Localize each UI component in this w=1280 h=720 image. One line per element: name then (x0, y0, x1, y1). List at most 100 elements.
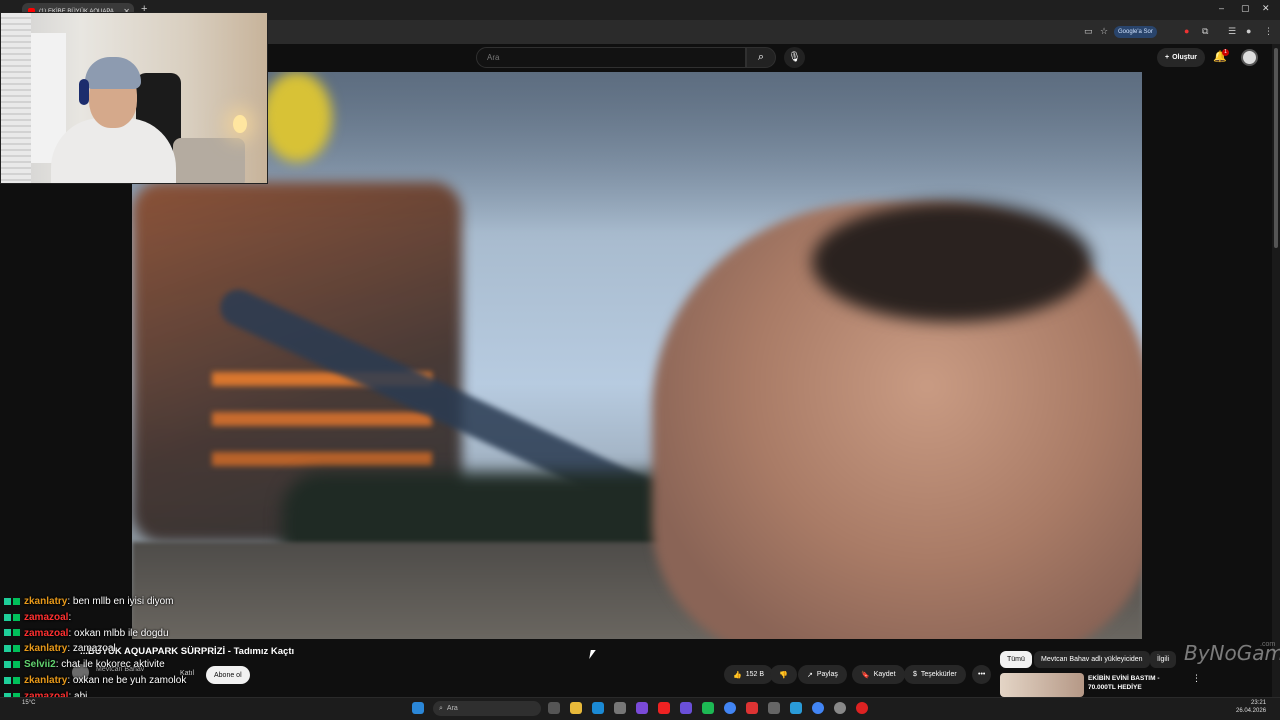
save-label: Kaydet (873, 671, 896, 678)
app-icon[interactable] (636, 702, 648, 714)
chat-username: zkanlatry (24, 643, 68, 655)
clock-time: 23:21 (1251, 700, 1267, 706)
app-icon[interactable] (768, 702, 780, 714)
page-scrollbar[interactable] (1272, 44, 1280, 700)
chat-username: zkanlatry (24, 674, 68, 686)
voice-search-button[interactable]: 🎙 (784, 47, 805, 68)
chip-related[interactable]: İlgili (1150, 651, 1177, 668)
bookmark-star-icon[interactable]: ☆ (1100, 26, 1108, 37)
chip-uploader[interactable]: Mevtcan Bahav adlı yükleyiciden (1034, 651, 1150, 668)
webcam-sofa (173, 138, 245, 183)
watermark-suffix: .com (1260, 641, 1276, 648)
search-input[interactable]: Ara (476, 47, 746, 68)
app-icon[interactable] (614, 702, 626, 714)
menu-dots-icon[interactable]: ⋮ (1264, 26, 1273, 37)
chat-username: zamazoal (24, 627, 69, 639)
close-window-icon[interactable]: ✕ (1262, 3, 1270, 14)
app-icon[interactable] (856, 702, 868, 714)
profile-icon[interactable]: ● (1246, 26, 1251, 36)
video-person-hair (812, 202, 1092, 322)
webcam-lamp (233, 115, 247, 133)
youtube-app-icon[interactable] (658, 702, 670, 714)
create-button[interactable]: + Oluştur (1157, 48, 1205, 67)
extensions-puzzle-icon[interactable]: ⧉ (1202, 26, 1208, 37)
chat-badge-icon (13, 629, 20, 637)
google-sor-button[interactable]: Google'a Sor (1114, 26, 1157, 38)
search-icon: ⌕ (757, 51, 765, 63)
app-icon[interactable] (680, 702, 692, 714)
app-icon[interactable] (834, 702, 846, 714)
app-icon[interactable] (746, 702, 758, 714)
video-balloon (262, 72, 332, 162)
spotify-icon[interactable] (702, 702, 714, 714)
search-button[interactable]: ⌕ (746, 47, 776, 68)
chip-all-label: Tümü (1007, 656, 1025, 663)
extension-icon[interactable]: ● (1184, 26, 1189, 36)
app-icon[interactable] (790, 702, 802, 714)
windows-start-icon[interactable] (412, 702, 424, 714)
recommended-title[interactable]: EKİBİN EVİNİ BASTIM - 70.000TL HEDİYE (1088, 674, 1183, 692)
like-count: 152 B (745, 671, 765, 678)
chat-message: zkanlatry: ben mllb en iyisi diyom (4, 594, 324, 610)
chat-badge-icon (13, 645, 20, 653)
weather-widget[interactable]: 15°C (22, 700, 35, 706)
plus-icon: + (1165, 54, 1170, 61)
chat-message: zkanlatry: zamazoal (4, 641, 324, 657)
dislike-button[interactable]: 👎 (770, 665, 797, 684)
clock-date: 26.04.2026 (1236, 708, 1267, 714)
chat-badge-icon (4, 597, 11, 605)
like-button[interactable]: 👍 152 B (724, 665, 774, 684)
recommended-menu-icon[interactable]: ⋮ (1192, 673, 1201, 684)
search-icon: ⌕ (439, 704, 443, 712)
chat-badge-icon (4, 645, 11, 653)
chat-text: : zamazoal (67, 643, 116, 655)
thanks-icon: $ (913, 671, 917, 678)
account-avatar[interactable] (1241, 49, 1258, 66)
search-placeholder: Ara (487, 53, 500, 62)
chat-badge-icon (4, 676, 11, 684)
save-button[interactable]: 🔖 Kaydet (852, 665, 905, 684)
chat-username: zkanlatry (24, 596, 68, 607)
streamer-webcam (0, 12, 268, 184)
chrome-icon[interactable] (724, 702, 736, 714)
more-actions-button[interactable]: ••• (972, 665, 992, 684)
chip-related-label: İlgili (1157, 656, 1170, 663)
chat-message: zamazoal: oxkan mlbb ile dogdu (4, 626, 324, 642)
thumbs-up-icon: 👍 (733, 671, 742, 679)
chat-username: zamazoal (24, 611, 69, 623)
cast-icon[interactable]: ▭ (1084, 26, 1093, 37)
google-sor-label: Google'a Sor (1118, 29, 1153, 35)
taskbar-clock[interactable]: 23:21 26.04.2026 (1236, 699, 1266, 715)
chat-badge-icon (4, 661, 11, 669)
recommended-thumbnail[interactable] (1000, 673, 1084, 697)
chip-all[interactable]: Tümü (1000, 651, 1032, 668)
taskbar-search[interactable]: ⌕ Ara (433, 701, 541, 716)
thanks-button[interactable]: $ Teşekkürler (904, 665, 966, 684)
webcam-headphones (79, 79, 89, 105)
notification-count-badge: 1 (1222, 49, 1229, 56)
share-button[interactable]: ↗ Paylaş (798, 665, 847, 684)
microphone-icon: 🎙 (788, 52, 801, 63)
chat-badge-icon (13, 613, 20, 621)
sidebar-icon[interactable]: ☰ (1228, 26, 1236, 37)
file-explorer-icon[interactable] (570, 702, 582, 714)
chat-badge-icon (4, 629, 11, 637)
webcam-window-blind (1, 13, 31, 183)
video-player[interactable] (132, 72, 1142, 639)
chrome-icon[interactable] (812, 702, 824, 714)
chat-text: : ben mllb en iyisi diyom (67, 596, 174, 607)
share-label: Paylaş (816, 671, 838, 678)
edge-icon[interactable] (592, 702, 604, 714)
scrollbar-thumb[interactable] (1274, 48, 1278, 248)
task-view-icon[interactable] (548, 702, 560, 714)
maximize-icon[interactable]: ▢ (1241, 3, 1250, 14)
thanks-label: Teşekkürler (920, 671, 957, 678)
more-dots-icon: ••• (978, 671, 986, 678)
minimize-icon[interactable]: – (1219, 3, 1224, 13)
chat-message: Selvii2: chat ile kokorec aktivite (4, 657, 324, 673)
create-label: Oluştur (1172, 54, 1197, 61)
share-icon: ↗ (807, 671, 813, 679)
webcam-beanie (85, 57, 141, 89)
chat-badge-icon (13, 676, 20, 684)
chat-text: : chat ile kokorec aktivite (55, 659, 165, 671)
